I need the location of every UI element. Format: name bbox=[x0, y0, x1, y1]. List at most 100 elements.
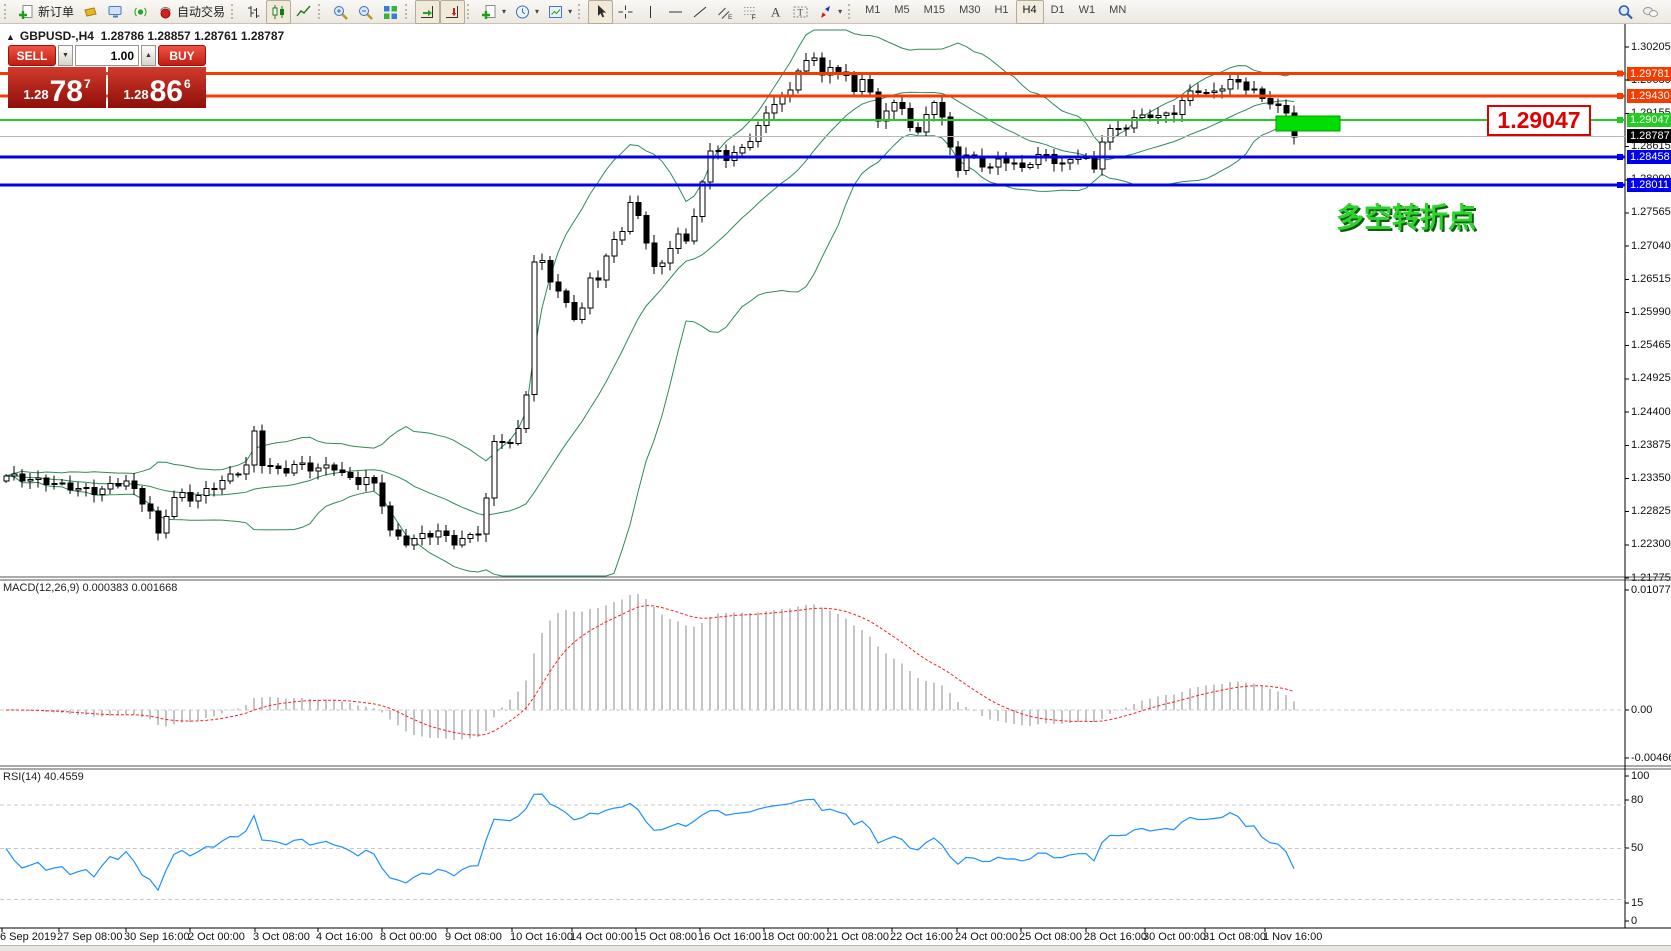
vertical-line-button[interactable] bbox=[638, 0, 663, 24]
macd-indicator-label: MACD(12,26,9) 0.000383 0.001668 bbox=[3, 582, 177, 594]
timeframe-toolbar: M1M5M15M30H1H4D1W1MN bbox=[846, 0, 1133, 24]
chart-shift-button[interactable] bbox=[440, 0, 465, 24]
svg-text:T: T bbox=[798, 7, 804, 17]
bar-chart-icon bbox=[245, 4, 262, 20]
candlestick-chart-button[interactable] bbox=[266, 0, 291, 24]
indicators-button[interactable]: ▾ bbox=[477, 0, 510, 24]
bollinger-bands bbox=[6, 30, 1294, 576]
mt4-window: 新订单 自动交易 ▾ ▾ ▾ E F A T ▾ M1M5M15M30H1H4D1W1MN ▲GBP… bbox=[0, 0, 1671, 951]
new-order-icon bbox=[18, 4, 35, 20]
turning-point-annotation[interactable]: 多空转折点 bbox=[1336, 196, 1476, 236]
horizontal-level-lines[interactable] bbox=[0, 71, 1625, 188]
toolbar-grip bbox=[405, 4, 411, 19]
timeframe-d1-button[interactable]: D1 bbox=[1044, 0, 1072, 24]
symbol-header: ▲GBPUSD-,H4 1.28786 1.28857 1.28761 1.28… bbox=[6, 29, 284, 43]
text-button[interactable]: A bbox=[763, 0, 788, 24]
label-icon: T bbox=[792, 4, 809, 20]
autoscroll-icon bbox=[419, 4, 436, 20]
trendline-icon bbox=[692, 4, 709, 20]
fibonacci-button[interactable]: F bbox=[738, 0, 763, 24]
text-icon: A bbox=[767, 4, 784, 20]
sell-price-button[interactable]: 1.28 78 7 bbox=[8, 67, 106, 108]
toolbar-group-3 bbox=[316, 0, 403, 24]
collapse-panel-icon[interactable]: ▲ bbox=[6, 32, 15, 42]
autotrading-button[interactable]: 自动交易 bbox=[153, 0, 229, 24]
volume-decrease-button[interactable]: ▼ bbox=[58, 45, 73, 66]
timeframe-m1-button[interactable]: M1 bbox=[858, 0, 887, 24]
horizontal-line-button[interactable] bbox=[663, 0, 688, 24]
toolbar-grip bbox=[467, 4, 473, 19]
fibo-icon: F bbox=[742, 4, 759, 20]
zoom-in-icon bbox=[332, 4, 349, 20]
tile-windows-button[interactable] bbox=[378, 0, 403, 24]
ohlc-low: 1.28761 bbox=[194, 29, 237, 43]
toolbar-grip bbox=[4, 4, 10, 19]
bar-chart-button[interactable] bbox=[241, 0, 266, 24]
toolbar-group-6: E F A T ▾ bbox=[576, 0, 846, 24]
templates-button[interactable]: ▾ bbox=[543, 0, 576, 24]
zoom-in-button[interactable] bbox=[328, 0, 353, 24]
clock-icon bbox=[514, 4, 531, 20]
signals-button[interactable] bbox=[128, 0, 153, 24]
sell-price-prefix: 1.28 bbox=[23, 87, 48, 102]
toolbar-group-2 bbox=[229, 0, 316, 24]
zoom-out-button[interactable] bbox=[353, 0, 378, 24]
auto-scroll-button[interactable] bbox=[415, 0, 440, 24]
chevron-down-icon[interactable]: ▾ bbox=[502, 7, 506, 16]
sell-price-big: 78 bbox=[50, 79, 83, 105]
new-order-button[interactable]: 新订单 bbox=[14, 0, 78, 24]
timeframe-h4-button[interactable]: H4 bbox=[1016, 0, 1044, 24]
chevron-down-icon[interactable]: ▾ bbox=[838, 7, 842, 16]
templates-icon bbox=[547, 4, 564, 20]
price-annotation-box[interactable]: 1.29047 bbox=[1487, 105, 1591, 136]
zoom-out-icon bbox=[357, 4, 374, 20]
highlight-rectangle[interactable] bbox=[1276, 116, 1340, 131]
ohlc-open: 1.28786 bbox=[101, 29, 144, 43]
chart-canvas[interactable] bbox=[0, 0, 1671, 951]
volume-input[interactable]: 1.00 bbox=[75, 45, 139, 66]
toolbar-group-4 bbox=[403, 0, 465, 24]
chat-button[interactable] bbox=[1638, 0, 1663, 24]
rsi-indicator-label: RSI(14) 40.4559 bbox=[3, 771, 84, 783]
crosshair-button[interactable] bbox=[613, 0, 638, 24]
svg-text:A: A bbox=[771, 4, 781, 19]
timeframe-mn-button[interactable]: MN bbox=[1102, 0, 1133, 24]
timeframe-m15-button[interactable]: M15 bbox=[917, 0, 952, 24]
timeframe-m30-button[interactable]: M30 bbox=[952, 0, 987, 24]
gold-bar-icon bbox=[82, 4, 99, 20]
sell-price-sup: 7 bbox=[84, 77, 91, 91]
buy-price-sup: 6 bbox=[184, 77, 191, 91]
trendline-button[interactable] bbox=[688, 0, 713, 24]
periodicity-button[interactable]: ▾ bbox=[510, 0, 543, 24]
arrows-button[interactable]: ▾ bbox=[813, 0, 846, 24]
toolbar-grip bbox=[578, 4, 584, 19]
text-label-button[interactable]: T bbox=[788, 0, 813, 24]
sell-button[interactable]: SELL bbox=[8, 45, 56, 66]
vline-icon bbox=[642, 4, 659, 20]
metaeditor-button[interactable] bbox=[103, 0, 128, 24]
timeframe-w1-button[interactable]: W1 bbox=[1072, 0, 1103, 24]
equidistant-channel-button[interactable]: E bbox=[713, 0, 738, 24]
open-chart-button[interactable] bbox=[78, 0, 103, 24]
buy-price-button[interactable]: 1.28 86 6 bbox=[108, 67, 206, 108]
svg-text:F: F bbox=[752, 14, 756, 20]
macd-pane bbox=[0, 594, 1625, 740]
chevron-down-icon[interactable]: ▾ bbox=[535, 7, 539, 16]
main-toolbar: 新订单 自动交易 ▾ ▾ ▾ E F A T ▾ M1M5M15M30H1H4D1W1MN bbox=[0, 0, 1671, 24]
toolbar-grip bbox=[318, 4, 324, 19]
cursor-button[interactable] bbox=[588, 0, 613, 24]
toolbar-grip bbox=[848, 4, 854, 19]
one-click-trading-panel: SELL ▼ 1.00 ▲ BUY 1.28 78 7 1.28 86 6 bbox=[8, 45, 206, 108]
chevron-down-icon[interactable]: ▾ bbox=[568, 7, 572, 16]
buy-button[interactable]: BUY bbox=[158, 45, 206, 66]
autotrading-button-label: 自动交易 bbox=[177, 3, 225, 20]
volume-increase-button[interactable]: ▲ bbox=[141, 45, 156, 66]
search-button[interactable] bbox=[1613, 0, 1638, 24]
signals-icon bbox=[132, 4, 149, 20]
timeframe-m5-button[interactable]: M5 bbox=[887, 0, 916, 24]
tile-icon bbox=[382, 4, 399, 20]
timeframe-h1-button[interactable]: H1 bbox=[987, 0, 1015, 24]
search-icon bbox=[1617, 4, 1634, 20]
crosshair-icon bbox=[617, 4, 634, 20]
line-chart-button[interactable] bbox=[291, 0, 316, 24]
